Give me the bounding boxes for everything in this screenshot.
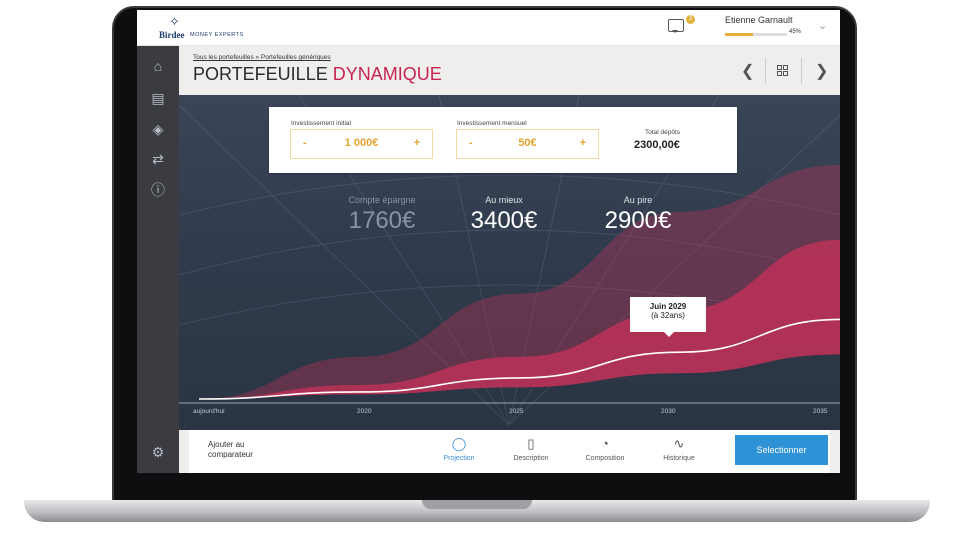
projection-panel: Investissement initial - 1 000€ + Invest…: [179, 95, 840, 430]
initial-investment-stepper[interactable]: - 1 000€ +: [290, 129, 433, 159]
savings-value: 1760€: [348, 207, 416, 234]
breadcrumb[interactable]: Tous les portefeuilles » Portefeuilles g…: [193, 54, 331, 61]
wallet-icon[interactable]: ▤: [148, 88, 168, 108]
brand-name: Birdee: [159, 30, 185, 40]
monthly-investment-stepper[interactable]: - 50€ +: [456, 129, 599, 159]
monthly-plus-button[interactable]: +: [580, 137, 586, 149]
initial-investment-label: Investissement initial: [291, 120, 351, 127]
user-name[interactable]: Etienne Garnault: [725, 15, 793, 25]
divider: [801, 58, 802, 84]
initial-plus-button[interactable]: +: [414, 137, 420, 149]
x-tick-label: 2025: [509, 408, 524, 415]
pie-icon: ◔: [601, 436, 609, 451]
sidebar: ⌂ ▤ ◈ ⇄ ⓘ ⚙: [137, 46, 179, 473]
bird-logo-icon: ✧: [169, 14, 180, 29]
page-title: PORTEFEUILLE DYNAMIQUE: [193, 64, 442, 85]
tab-description[interactable]: ▯ Description: [501, 436, 561, 462]
bottom-toolbar: Ajouter au comparateur ◯ Projection ▯ De…: [189, 430, 830, 473]
worst-case-value: 2900€: [604, 207, 672, 234]
x-tick-label: 2020: [357, 408, 372, 415]
x-tick-label: aujourd'hui: [193, 408, 225, 415]
compare-label-line2: comparateur: [208, 450, 253, 459]
best-case-value: 3400€: [470, 207, 538, 234]
x-tick-label: 2035: [813, 408, 828, 415]
grid-view-icon[interactable]: [777, 65, 788, 76]
projection-icon: ◯: [451, 436, 467, 451]
history-icon: ∿: [673, 436, 685, 451]
chevron-down-icon[interactable]: ⌄: [818, 19, 827, 32]
tab-historique[interactable]: ∿ Historique: [649, 436, 709, 462]
home-icon[interactable]: ⌂: [148, 56, 168, 76]
message-icon[interactable]: [668, 19, 684, 33]
bottom-bar: Ajouter au comparateur ◯ Projection ▯ De…: [179, 430, 840, 473]
best-case-stat: Au mieux 3400€: [449, 195, 559, 235]
tooltip-age: (à 32ans): [651, 311, 685, 320]
total-deposits-value: 2300,00€: [634, 139, 680, 151]
chevron-left-icon[interactable]: ❮: [741, 61, 754, 81]
user-progress-percent: 45%: [789, 29, 802, 35]
worst-case-stat: Au pire 2900€: [583, 195, 693, 235]
laptop-mockup: ✧ Birdee MONEY EXPERTS 3 Etienne Garnaul…: [0, 0, 953, 535]
brand-logo[interactable]: ✧ Birdee MONEY EXPERTS: [159, 14, 243, 42]
tab-label: Historique: [663, 455, 695, 462]
tab-label: Projection: [443, 455, 475, 462]
tab-projection[interactable]: ◯ Projection: [429, 436, 489, 462]
layers-icon[interactable]: ◈: [148, 119, 168, 139]
app-screen: ✧ Birdee MONEY EXPERTS 3 Etienne Garnaul…: [137, 10, 840, 473]
settings-icon[interactable]: ⚙: [148, 442, 168, 462]
add-to-comparator-button[interactable]: Ajouter au comparateur: [208, 440, 253, 460]
notification-badge: 3: [686, 15, 695, 24]
transfer-icon[interactable]: ⇄: [148, 149, 168, 169]
select-button[interactable]: Selectionner: [735, 435, 828, 465]
x-tick-label: 2030: [661, 408, 676, 415]
divider: [765, 58, 766, 84]
compare-label-line1: Ajouter au: [208, 440, 245, 449]
page-title-accent: DYNAMIQUE: [332, 64, 442, 84]
total-deposits-label: Total dépôts: [645, 129, 681, 136]
tab-label: Description: [513, 455, 549, 462]
savings-stat: Compte épargne 1760€: [327, 195, 437, 235]
help-icon[interactable]: ⓘ: [148, 180, 168, 200]
tab-label: Composition: [585, 455, 625, 462]
page-header: Tous les portefeuilles » Portefeuilles g…: [179, 46, 840, 95]
investment-card: Investissement initial - 1 000€ + Invest…: [269, 107, 737, 173]
initial-investment-value[interactable]: 1 000€: [291, 137, 432, 149]
best-case-label: Au mieux: [485, 195, 523, 205]
monthly-investment-label: Investissement mensuel: [457, 120, 527, 127]
top-bar: ✧ Birdee MONEY EXPERTS 3 Etienne Garnaul…: [137, 10, 840, 46]
user-progress-bar: [725, 33, 787, 36]
chart-tooltip: Juin 2029 (à 32ans): [630, 297, 706, 337]
document-icon: ▯: [527, 436, 535, 451]
tooltip-date: Juin 2029: [649, 302, 687, 311]
page-title-main: PORTEFEUILLE: [193, 64, 328, 84]
tab-composition[interactable]: ◔ Composition: [575, 436, 635, 462]
worst-case-label: Au pire: [623, 195, 653, 205]
monthly-investment-value[interactable]: 50€: [457, 137, 598, 149]
laptop-notch: [422, 500, 532, 509]
brand-tagline: MONEY EXPERTS: [190, 32, 244, 38]
chevron-right-icon[interactable]: ❯: [815, 61, 828, 81]
savings-label: Compte épargne: [348, 195, 416, 205]
